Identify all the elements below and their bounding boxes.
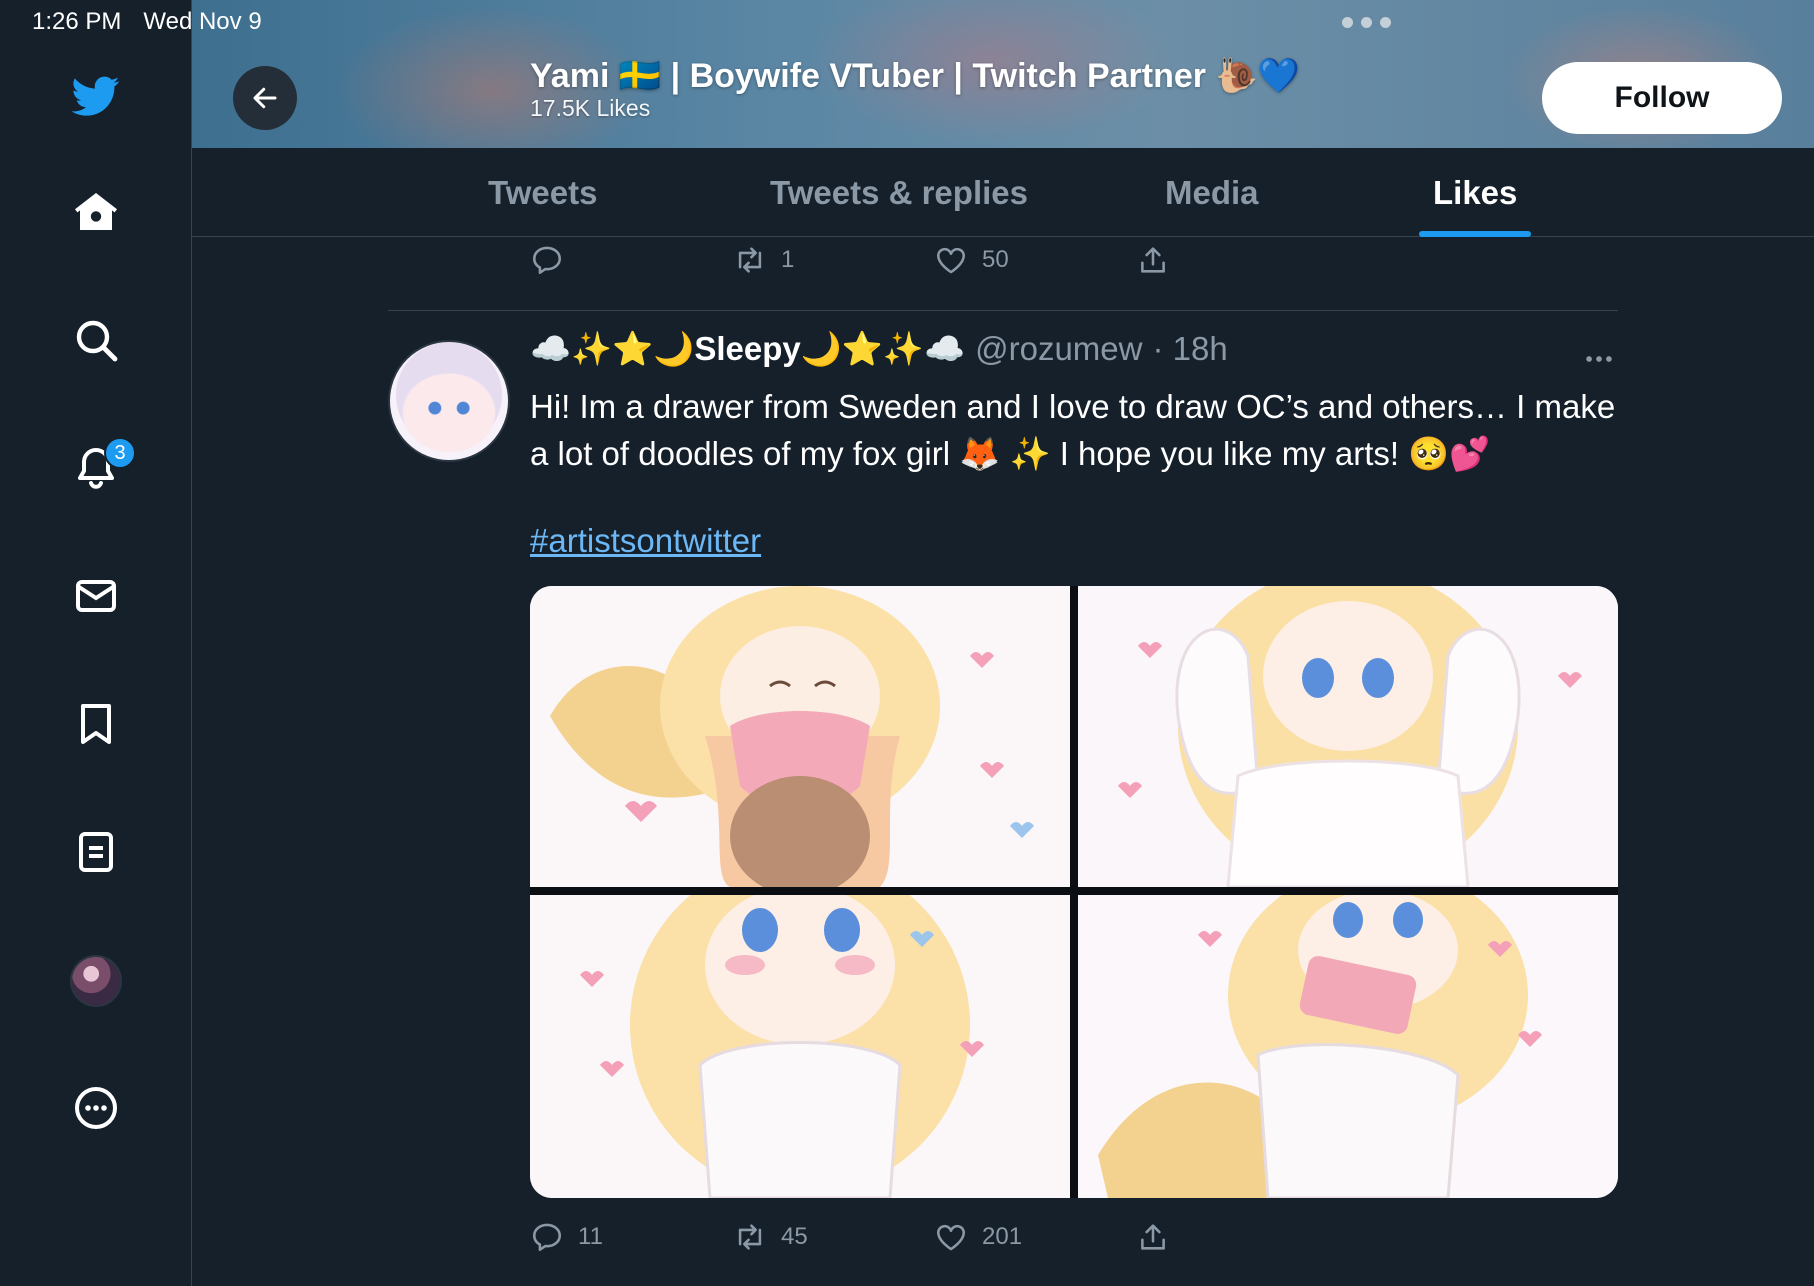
like-button[interactable]: 50	[934, 243, 1009, 277]
media-image-1[interactable]	[530, 586, 1070, 887]
tab-tweets[interactable]: Tweets	[488, 148, 597, 237]
bird-icon	[72, 76, 120, 116]
bookmark-icon	[81, 704, 111, 744]
sidebar-item-notifications[interactable]	[46, 418, 146, 518]
tab-likes[interactable]: Likes	[1433, 148, 1517, 237]
heart-icon	[936, 247, 966, 274]
tweet-handle[interactable]: @rozumew	[975, 330, 1142, 368]
heart-icon	[936, 1224, 966, 1251]
sidebar-item-lists[interactable]	[46, 802, 146, 902]
tab-tweets-replies[interactable]: Tweets & replies	[770, 148, 1028, 237]
share-icon	[1141, 1224, 1165, 1250]
mail-icon	[76, 580, 116, 612]
twitter-screen: 1:26 PM Wed Nov 9 3 Yami 🇸🇪 | Boywife VT…	[0, 0, 1814, 1286]
notification-badge: 3	[104, 437, 136, 469]
follow-button[interactable]: Follow	[1542, 62, 1782, 134]
like-count: 50	[982, 246, 1009, 273]
tweet-author-avatar[interactable]	[388, 340, 510, 462]
sidebar-item-bookmarks[interactable]	[46, 674, 146, 774]
sidebar-item-messages[interactable]	[46, 546, 146, 646]
tweet-divider	[388, 310, 1618, 311]
multitasking-dots-icon[interactable]	[1342, 17, 1391, 28]
media-image-3[interactable]	[530, 895, 1070, 1198]
tweet-like-button[interactable]: 201	[934, 1220, 1022, 1254]
reply-icon	[532, 1223, 562, 1252]
search-icon	[76, 320, 118, 362]
tweet-header: ☁️✨⭐🌙Sleepy🌙⭐✨☁️ @rozumew · 18h	[530, 330, 1228, 369]
tweet-media-grid	[530, 586, 1618, 1198]
share-icon	[1141, 247, 1165, 273]
tweet-reply-button[interactable]: 11	[530, 1220, 603, 1254]
tweet-retweet-button[interactable]: 45	[733, 1220, 808, 1254]
sidebar-item-explore[interactable]	[46, 290, 146, 390]
profile-tabs: Tweets Tweets & replies Media Likes	[192, 148, 1814, 237]
tweet-display-name[interactable]: ☁️✨⭐🌙Sleepy🌙⭐✨☁️	[530, 330, 965, 369]
tweet-share-button[interactable]	[1136, 1220, 1170, 1254]
reply-icon	[532, 246, 562, 275]
home-icon	[75, 193, 117, 230]
tweet-reply-count: 11	[578, 1223, 603, 1250]
status-time: 1:26 PM	[32, 8, 122, 35]
back-button[interactable]	[233, 66, 297, 130]
status-date: Wed Nov 9	[143, 8, 262, 35]
active-tab-indicator	[1419, 231, 1531, 237]
tweet-text: Hi! Im a drawer from Sweden and I love t…	[530, 388, 1616, 472]
profile-name: Yami 🇸🇪 | Boywife VTuber | Twitch Partne…	[530, 57, 1301, 95]
tweet-retweet-count: 45	[781, 1223, 808, 1250]
tweet-like-count: 201	[982, 1223, 1023, 1250]
status-bar: 1:26 PM Wed Nov 9	[32, 8, 262, 36]
retweet-button[interactable]: 1	[733, 243, 794, 277]
list-icon	[79, 832, 113, 872]
tweet-time: · 18h	[1152, 330, 1228, 367]
profile-likes-count: 17.5K Likes	[530, 95, 651, 121]
media-image-2[interactable]	[1078, 586, 1618, 887]
retweet-icon	[738, 1224, 762, 1250]
sidebar: 3	[0, 0, 192, 1286]
profile-avatar[interactable]	[70, 955, 122, 1007]
arrow-left-icon	[253, 87, 277, 109]
sidebar-item-more[interactable]	[46, 1058, 146, 1158]
retweet-count: 1	[781, 246, 795, 273]
more-options-icon[interactable]	[1582, 342, 1616, 376]
hashtag-link[interactable]: #artistsontwitter	[530, 522, 761, 560]
tab-media[interactable]: Media	[1165, 148, 1259, 237]
more-circle-icon	[75, 1087, 117, 1129]
reply-button[interactable]	[530, 243, 564, 277]
media-image-4[interactable]	[1078, 895, 1618, 1198]
retweet-icon	[738, 247, 762, 273]
sidebar-item-home[interactable]	[46, 162, 146, 262]
twitter-logo[interactable]	[46, 46, 146, 146]
share-button[interactable]	[1136, 243, 1170, 277]
